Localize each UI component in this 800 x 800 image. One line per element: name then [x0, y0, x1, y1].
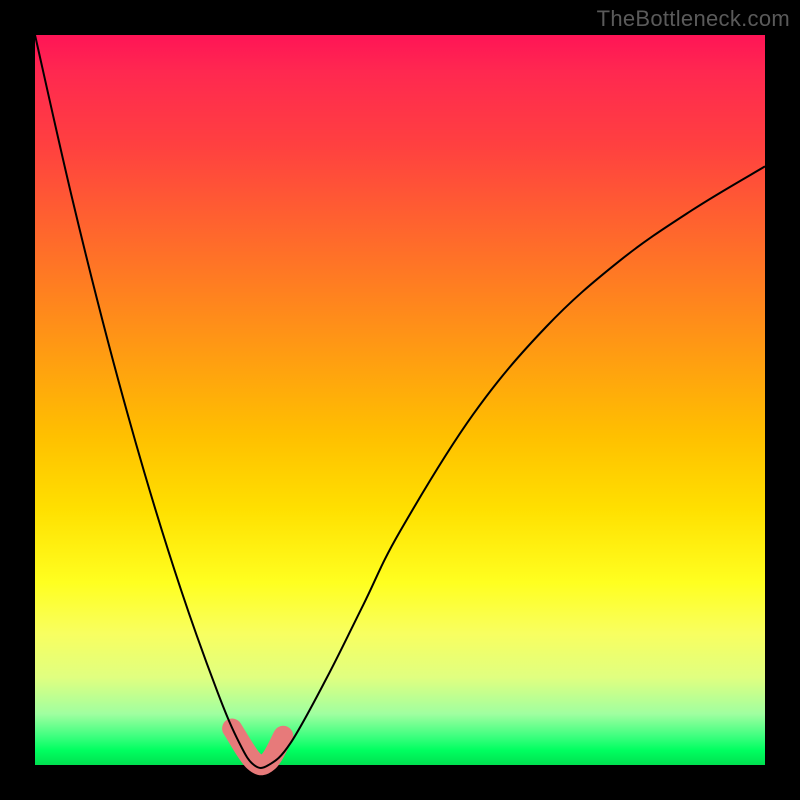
chart-svg: [35, 35, 765, 765]
chart-plot-area: [35, 35, 765, 765]
watermark-text: TheBottleneck.com: [597, 6, 790, 32]
bottleneck-curve: [35, 35, 765, 768]
